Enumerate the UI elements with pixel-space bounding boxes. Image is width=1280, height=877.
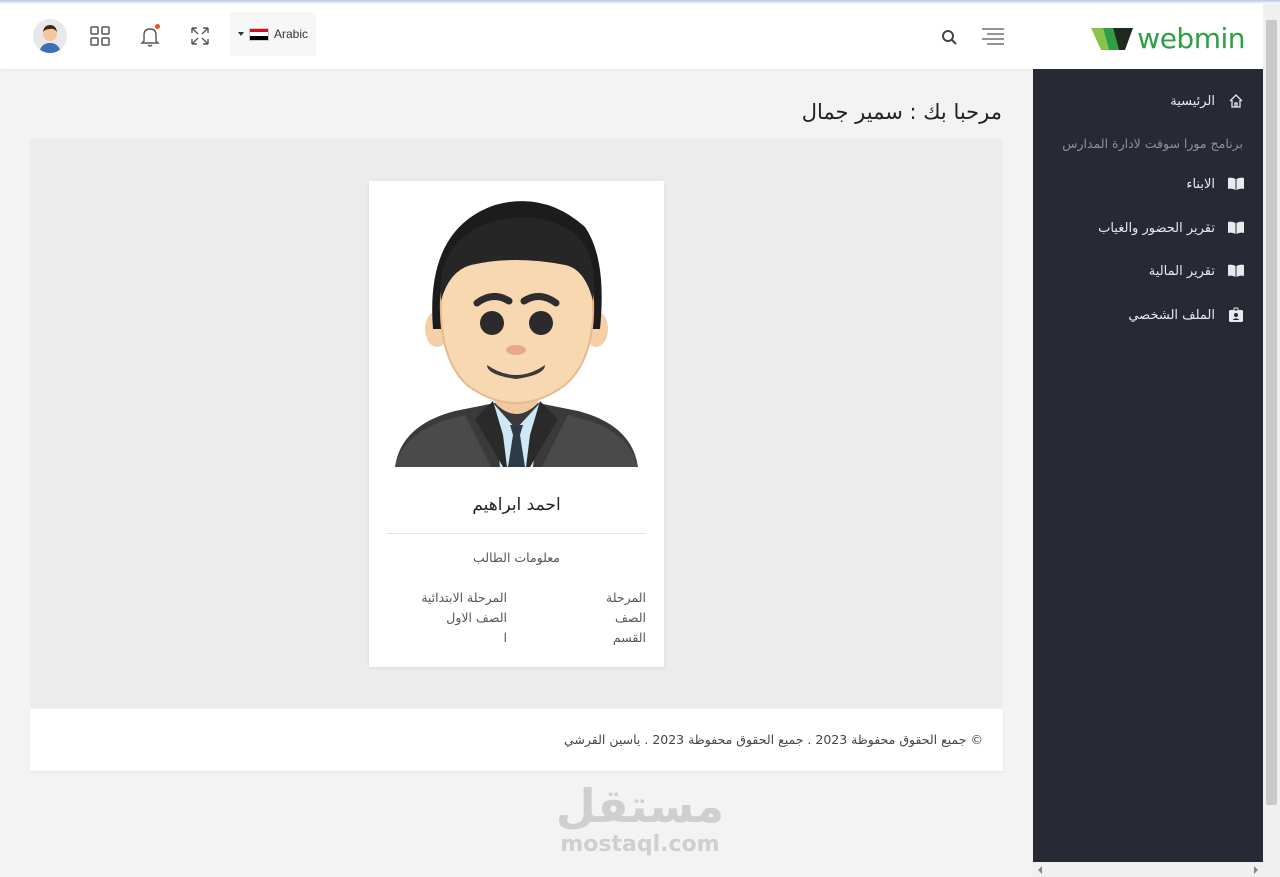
- info-row-grade: الصف الصف الاول: [387, 610, 646, 628]
- sidebar-item-home[interactable]: الرئيسية: [1170, 93, 1245, 109]
- student-info-title: معلومات الطالب: [473, 550, 560, 565]
- student-card: احمد ابراهيم معلومات الطالب المرحلة المر…: [369, 181, 664, 667]
- sidebar-item-finance-report[interactable]: تقرير المالية: [1149, 263, 1245, 279]
- search-icon[interactable]: [940, 28, 960, 48]
- copyright-text: © جميع الحقوق محفوظة 2023 . جميع الحقوق …: [563, 732, 983, 747]
- language-flag-icon: [249, 27, 269, 41]
- sidebar-item-label: الابناء: [1186, 176, 1215, 192]
- scroll-left-icon[interactable]: [1038, 866, 1042, 874]
- info-value: ا: [503, 630, 507, 645]
- horizontal-scrollbar[interactable]: [1033, 862, 1263, 877]
- sidebar-item-profile[interactable]: الملف الشخصي: [1128, 307, 1245, 323]
- sidebar-item-label: تقرير الحضور والغياب: [1098, 220, 1215, 236]
- sidebar-item-label: الرئيسية: [1170, 93, 1215, 109]
- app-logo[interactable]: webmin: [1091, 24, 1245, 54]
- logo-text: webmin: [1137, 22, 1245, 55]
- bell-icon[interactable]: [138, 24, 162, 48]
- menu-icon[interactable]: [978, 26, 1006, 48]
- watermark-latin: mostaql.com: [560, 832, 720, 857]
- home-icon: [1227, 93, 1245, 109]
- book-icon: [1227, 220, 1245, 236]
- footer: © جميع الحقوق محفوظة 2023 . جميع الحقوق …: [30, 709, 1003, 771]
- book-icon: [1227, 263, 1245, 279]
- user-avatar-icon: [33, 19, 67, 53]
- watermark-arabic: مستقل: [555, 779, 725, 833]
- sidebar: الرئيسية برنامج مورا سوفت لادارة المدارس…: [1033, 69, 1263, 877]
- info-row-section: القسم ا: [387, 630, 646, 648]
- watermark: مستقل mostaql.com: [550, 780, 730, 858]
- info-value: الصف الاول: [446, 610, 507, 625]
- info-key: المرحلة: [606, 590, 646, 605]
- info-key: الصف: [614, 610, 646, 625]
- sidebar-item-attendance-report[interactable]: تقرير الحضور والغياب: [1098, 220, 1245, 236]
- chevron-down-icon: [238, 32, 244, 36]
- info-value: المرحلة الابتدائية: [421, 590, 507, 605]
- sidebar-item-label: الملف الشخصي: [1128, 307, 1215, 323]
- notification-dot: [155, 24, 160, 29]
- top-header: Arabic webmin: [0, 4, 1263, 69]
- fullscreen-icon[interactable]: [188, 24, 212, 48]
- vertical-scrollbar[interactable]: [1263, 4, 1280, 877]
- info-key: القسم: [612, 630, 646, 645]
- page-title: مرحبا بك : سمير جمال: [801, 100, 1002, 124]
- apps-grid-icon[interactable]: [88, 24, 112, 48]
- scrollbar-thumb[interactable]: [1266, 20, 1277, 805]
- book-icon: [1227, 176, 1245, 192]
- sidebar-item-label: تقرير المالية: [1148, 263, 1215, 279]
- sidebar-subtitle: برنامج مورا سوفت لادارة المدارس: [1062, 136, 1243, 151]
- info-row-stage: المرحلة المرحلة الابتدائية: [387, 590, 646, 608]
- language-label: Arabic: [274, 27, 309, 41]
- student-photo: [395, 201, 638, 467]
- user-avatar[interactable]: [33, 19, 67, 53]
- scroll-right-icon[interactable]: [1254, 866, 1258, 874]
- student-name: احمد ابراهيم: [472, 495, 561, 515]
- logo-mark-icon: [1091, 28, 1134, 50]
- sidebar-item-children[interactable]: الابناء: [1186, 176, 1245, 192]
- id-badge-icon: [1227, 307, 1245, 323]
- language-dropdown[interactable]: Arabic: [230, 12, 316, 56]
- card-divider: [387, 533, 646, 534]
